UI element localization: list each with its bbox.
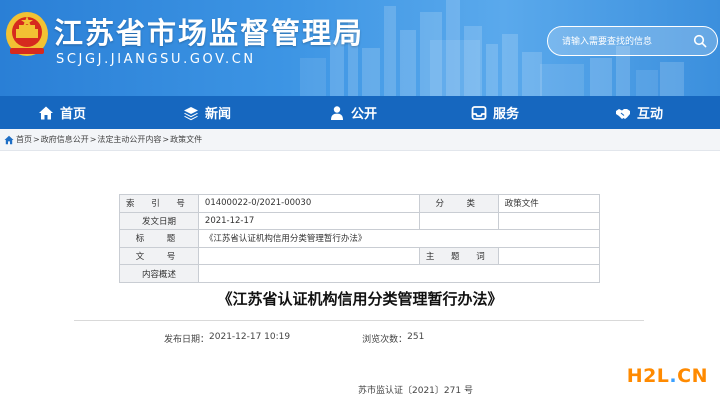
nav-item-interact[interactable]: 互动 [615,96,663,129]
table-row: 索 引 号 01400022-0/2021-00030 分 类 政策文件 [119,194,601,213]
nav-item-home[interactable]: 首页 [38,96,86,129]
site-header: 江苏省市场监督管理局 SCJGJ.JIANGSU.GOV.CN [0,0,720,96]
nav-item-label: 互动 [637,107,664,122]
docno-value [197,246,420,266]
breadcrumb-policy-docs[interactable]: 政策文件 [170,134,202,145]
summary-value [197,264,601,283]
nav-item-service[interactable]: 服务 [471,96,519,129]
national-emblem-icon [6,12,48,56]
views-label: 浏览次数： [362,335,408,345]
empty-cell [497,211,601,231]
main-nav: 首页 新闻 公开 服务 互动 [0,96,720,129]
publish-date-label: 发布日期： [164,335,210,345]
person-icon [331,105,343,120]
table-row: 内容概述 [119,264,601,283]
document-info-table: 索 引 号 01400022-0/2021-00030 分 类 政策文件 发文日… [119,194,601,283]
empty-cell [418,211,499,231]
keywords-value [497,246,601,266]
nav-item-label: 公开 [351,107,378,122]
nav-item-label: 新闻 [205,107,232,122]
home-icon [4,135,14,144]
site-title: 江苏省市场监督管理局 [54,16,365,50]
home-icon [39,106,53,119]
date-value: 2021-12-17 [197,211,420,231]
tray-icon [471,105,487,120]
nav-item-news[interactable]: 新闻 [183,96,231,129]
site-domain: SCJGJ.JIANGSU.GOV.CN [56,52,256,67]
title-value: 《江苏省认证机构信用分类管理暂行办法》 [197,229,601,248]
category-label: 分 类 [418,194,499,213]
nav-item-open[interactable]: 公开 [329,96,377,129]
index-value: 01400022-0/2021-00030 [197,194,420,213]
handshake-icon [616,108,630,119]
table-row: 文 号 主 题 词 [119,246,601,266]
search-input[interactable] [562,34,690,49]
table-row: 标 题 《江苏省认证机构信用分类管理暂行办法》 [119,229,601,248]
nav-item-label: 服务 [493,107,520,122]
breadcrumb: 首页 > 政府信息公开 > 法定主动公开内容 > 政策文件 [0,129,720,151]
category-value: 政策文件 [497,194,601,213]
layers-icon [184,106,198,120]
date-label: 发文日期 [119,211,199,231]
title-label: 标 题 [119,229,199,248]
search-box[interactable] [547,26,718,56]
nav-item-label: 首页 [60,107,87,122]
views-value: 251 [407,332,425,342]
breadcrumb-home[interactable]: 首页 [16,134,32,145]
breadcrumb-separator: > [89,135,97,144]
article-meta: 发布日期： 2021-12-17 10:19 浏览次数： 251 [164,332,424,345]
breadcrumb-separator: > [33,135,40,144]
keywords-label: 主 题 词 [418,246,499,266]
docno-label: 文 号 [119,246,199,266]
summary-label: 内容概述 [119,264,199,283]
search-icon[interactable] [693,34,707,48]
document-number: 苏市监认证〔2021〕271 号 [358,386,473,396]
publish-date-value: 2021-12-17 10:19 [209,332,291,342]
table-row: 发文日期 2021-12-17 [119,211,601,231]
breadcrumb-separator: > [162,135,170,144]
article-title: 《江苏省认证机构信用分类管理暂行办法》 [217,290,503,308]
index-label: 索 引 号 [119,194,199,213]
breadcrumb-gov-info[interactable]: 政府信息公开 [41,134,89,145]
divider [74,320,644,321]
breadcrumb-legal-content[interactable]: 法定主动公开内容 [97,134,161,145]
site-watermark: H2L.CN [626,365,708,387]
